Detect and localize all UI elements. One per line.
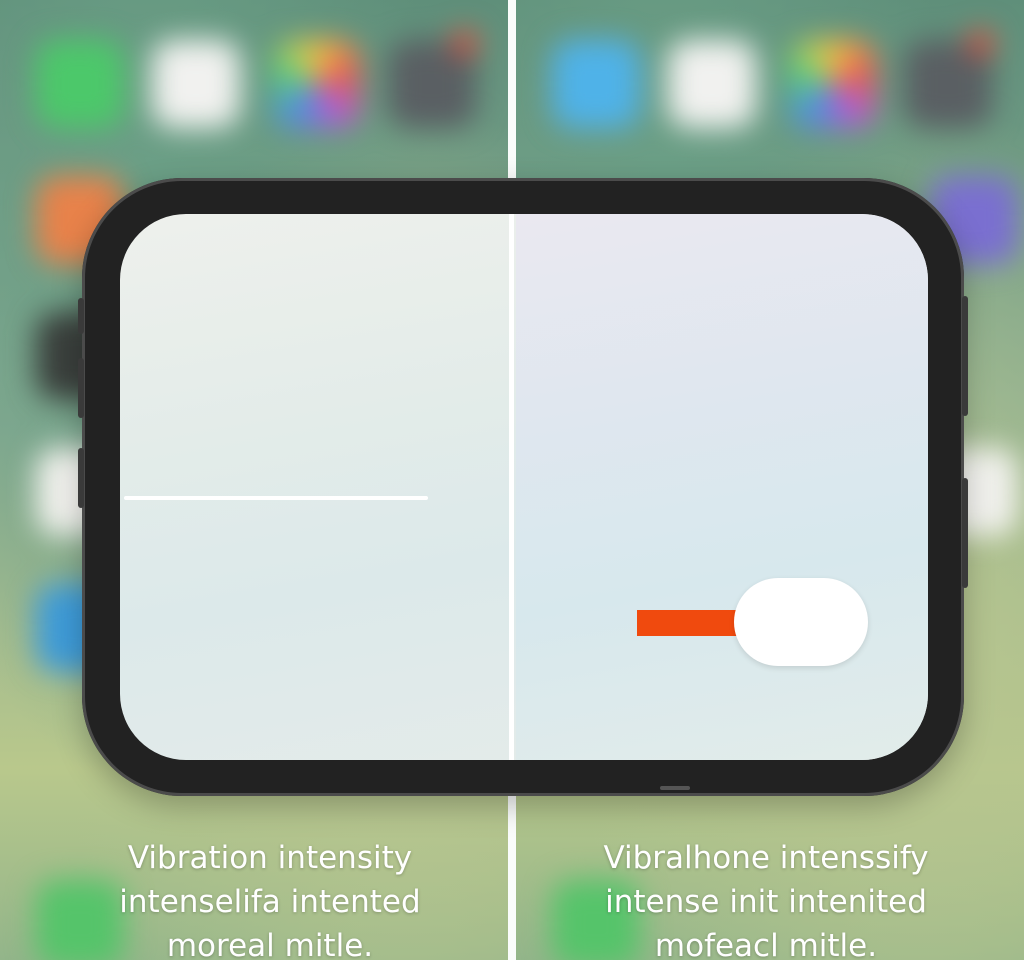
- mute-switch: [78, 298, 84, 334]
- notification-badge: [968, 30, 994, 56]
- bottom-port: [660, 786, 690, 790]
- volume-down-button: [78, 448, 84, 508]
- left-caption-line-2: intenselifa intented: [119, 884, 421, 920]
- right-caption: Vibralhone intenssify intense init inten…: [566, 836, 966, 960]
- power-button: [962, 296, 968, 416]
- phone-screen: [120, 214, 928, 760]
- left-caption-line-3: moreal mitle.: [166, 928, 374, 960]
- right-caption-line-1: Vibralhone intenssify: [603, 840, 929, 876]
- vibration-slider-track[interactable]: [124, 496, 428, 500]
- phone-device: [78, 178, 968, 796]
- volume-up-button: [78, 358, 84, 418]
- photos-app-icon: [272, 40, 360, 128]
- comparison-stage: Vibration intensity intenselifa intented…: [0, 0, 1024, 960]
- screen-divider: [509, 214, 514, 760]
- screen-right-half: [516, 214, 928, 760]
- messages-app-icon: [36, 40, 124, 128]
- photos-app-icon: [788, 40, 876, 128]
- left-caption: Vibration intensity intenselifa intented…: [70, 836, 470, 960]
- blank-app-icon: [152, 40, 240, 128]
- right-caption-line-3: mofeacl mitle.: [654, 928, 878, 960]
- left-caption-line-1: Vibration intensity: [127, 840, 413, 876]
- side-button-lower: [962, 478, 968, 588]
- notification-badge: [452, 30, 478, 56]
- right-caption-line-2: intense init intenited: [605, 884, 927, 920]
- blank-app-icon: [668, 40, 756, 128]
- vibration-toggle-knob[interactable]: [734, 578, 868, 666]
- facetime-app-icon: [552, 40, 640, 128]
